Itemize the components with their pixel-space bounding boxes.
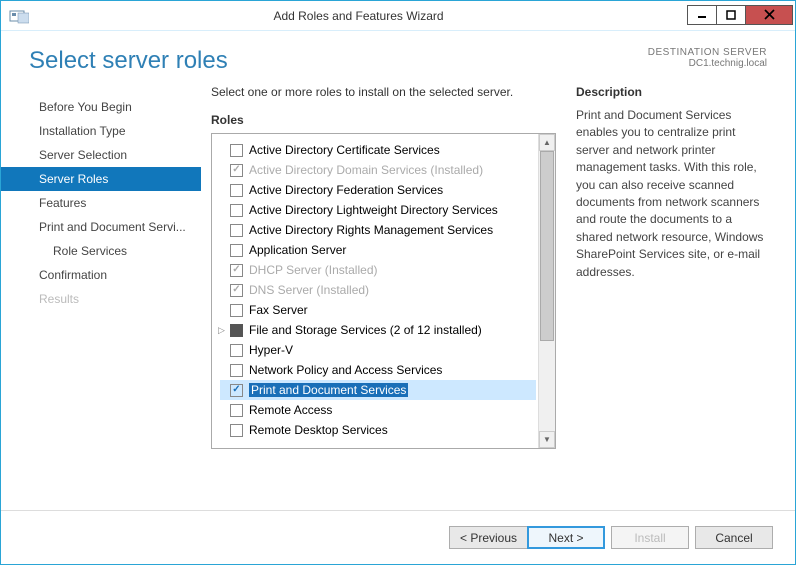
role-label: Active Directory Domain Services (Instal… (249, 163, 483, 177)
sidebar-item-results: Results (1, 287, 201, 311)
role-checkbox[interactable] (230, 364, 243, 377)
role-row[interactable]: Remote Access (220, 400, 536, 420)
role-row[interactable]: ▷ File and Storage Services (2 of 12 inst… (220, 320, 536, 340)
role-checkbox[interactable] (230, 344, 243, 357)
role-label: Remote Desktop Services (249, 423, 388, 437)
sidebar-item-confirmation[interactable]: Confirmation (1, 263, 201, 287)
next-button[interactable]: Next > (527, 526, 605, 549)
role-label: File and Storage Services (2 of 12 insta… (249, 323, 482, 337)
content: Select server roles DESTINATION SERVER D… (1, 31, 795, 564)
window-title: Add Roles and Features Wizard (29, 9, 688, 23)
role-label: Fax Server (249, 303, 308, 317)
header: Select server roles DESTINATION SERVER D… (1, 31, 795, 85)
role-label: Hyper-V (249, 343, 293, 357)
sidebar-item-features[interactable]: Features (1, 191, 201, 215)
role-checkbox (230, 284, 243, 297)
role-row[interactable]: Application Server (220, 240, 536, 260)
role-checkbox[interactable] (230, 304, 243, 317)
role-label: DHCP Server (Installed) (249, 263, 377, 277)
role-checkbox[interactable] (230, 204, 243, 217)
role-checkbox[interactable] (230, 224, 243, 237)
role-row[interactable]: Hyper-V (220, 340, 536, 360)
dest-label: DESTINATION SERVER (648, 47, 767, 58)
minimize-button[interactable] (687, 5, 717, 25)
sidebar-item-server-selection[interactable]: Server Selection (1, 143, 201, 167)
destination-server-info: DESTINATION SERVER DC1.technig.local (648, 47, 767, 69)
roles-heading: Roles (211, 113, 556, 127)
wizard-window: Add Roles and Features Wizard Select ser… (0, 0, 796, 565)
sidebar-item-print-and-document-servi[interactable]: Print and Document Servi... (1, 215, 201, 239)
roles-panel: Select one or more roles to install on t… (211, 85, 556, 510)
dest-value: DC1.technig.local (648, 58, 767, 69)
role-checkbox[interactable] (230, 184, 243, 197)
role-row[interactable]: DNS Server (Installed) (220, 280, 536, 300)
app-icon (9, 8, 29, 24)
nav-button-group: < Previous Next > (449, 526, 605, 549)
install-button: Install (611, 526, 689, 549)
role-label: DNS Server (Installed) (249, 283, 369, 297)
previous-button[interactable]: < Previous (449, 526, 527, 549)
role-label: Network Policy and Access Services (249, 363, 442, 377)
scroll-down-button[interactable]: ▼ (539, 431, 555, 448)
description-panel: Description Print and Document Services … (576, 85, 767, 510)
description-heading: Description (576, 85, 767, 99)
page-title: Select server roles (29, 47, 228, 75)
scrollbar[interactable]: ▲ ▼ (538, 134, 555, 448)
close-button[interactable] (745, 5, 793, 25)
role-checkbox[interactable] (230, 144, 243, 157)
description-text: Print and Document Services enables you … (576, 107, 767, 281)
footer: < Previous Next > Install Cancel (1, 510, 795, 564)
role-label: Active Directory Lightweight Directory S… (249, 203, 498, 217)
role-label: Print and Document Services (249, 383, 408, 397)
sidebar-item-installation-type[interactable]: Installation Type (1, 119, 201, 143)
role-row[interactable]: Active Directory Rights Management Servi… (220, 220, 536, 240)
window-controls (688, 5, 793, 27)
role-row[interactable]: Active Directory Federation Services (220, 180, 536, 200)
role-row[interactable]: Fax Server (220, 300, 536, 320)
maximize-button[interactable] (716, 5, 746, 25)
instruction-text: Select one or more roles to install on t… (211, 85, 556, 99)
role-label: Active Directory Certificate Services (249, 143, 440, 157)
role-row[interactable]: Active Directory Certificate Services (220, 140, 536, 160)
sidebar: Before You BeginInstallation TypeServer … (1, 85, 201, 510)
role-row[interactable]: Print and Document Services (220, 380, 536, 400)
body: Before You BeginInstallation TypeServer … (1, 85, 795, 510)
role-row[interactable]: Network Policy and Access Services (220, 360, 536, 380)
titlebar[interactable]: Add Roles and Features Wizard (1, 1, 795, 31)
role-row[interactable]: Active Directory Lightweight Directory S… (220, 200, 536, 220)
role-checkbox[interactable] (230, 324, 243, 337)
scroll-thumb[interactable] (540, 151, 554, 341)
role-label: Remote Access (249, 403, 332, 417)
roles-listbox[interactable]: Active Directory Certificate Services Act… (212, 134, 538, 448)
role-checkbox (230, 264, 243, 277)
sidebar-item-before-you-begin[interactable]: Before You Begin (1, 95, 201, 119)
role-checkbox[interactable] (230, 244, 243, 257)
role-row[interactable]: Remote Desktop Services (220, 420, 536, 440)
sidebar-item-role-services[interactable]: Role Services (1, 239, 201, 263)
role-checkbox[interactable] (230, 424, 243, 437)
sidebar-item-server-roles[interactable]: Server Roles (1, 167, 201, 191)
role-checkbox[interactable] (230, 404, 243, 417)
roles-list-container: Active Directory Certificate Services Act… (211, 133, 556, 449)
role-label: Active Directory Federation Services (249, 183, 443, 197)
main-panel: Select one or more roles to install on t… (201, 85, 767, 510)
role-checkbox (230, 164, 243, 177)
cancel-button[interactable]: Cancel (695, 526, 773, 549)
expand-icon[interactable]: ▷ (218, 325, 228, 336)
role-label: Application Server (249, 243, 346, 257)
role-row[interactable]: DHCP Server (Installed) (220, 260, 536, 280)
scroll-up-button[interactable]: ▲ (539, 134, 555, 151)
role-label: Active Directory Rights Management Servi… (249, 223, 493, 237)
role-row[interactable]: Active Directory Domain Services (Instal… (220, 160, 536, 180)
role-checkbox[interactable] (230, 384, 243, 397)
